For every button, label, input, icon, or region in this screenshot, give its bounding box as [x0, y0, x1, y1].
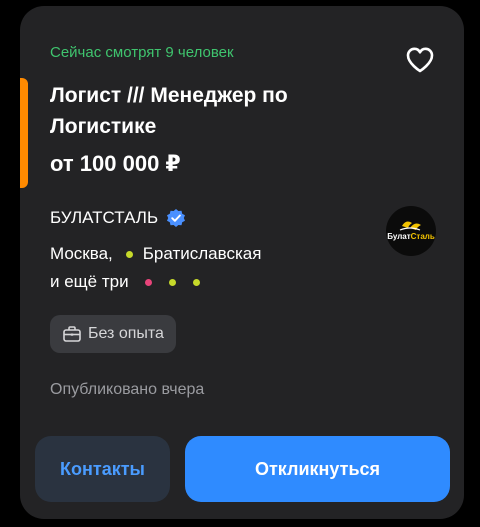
- verified-icon: [167, 209, 186, 227]
- apply-button[interactable]: Откликнуться: [185, 436, 450, 502]
- vacancy-card[interactable]: Сейчас смотрят 9 человек Логист /// Мене…: [20, 6, 464, 519]
- company-logo[interactable]: БулатСталь: [386, 206, 436, 256]
- heart-icon: [406, 47, 434, 73]
- company-row: БУЛАТСТАЛЬ: [50, 208, 186, 228]
- metro-line-dot: [168, 278, 176, 286]
- logo-text: БулатСталь: [387, 232, 435, 241]
- experience-badge: Без опыта: [50, 315, 176, 353]
- more-locations[interactable]: и ещё три: [50, 272, 200, 292]
- more-locations-text: и ещё три: [50, 272, 129, 291]
- metro-station: Братиславская: [142, 244, 262, 263]
- location-line: Москва, Братиславская: [50, 244, 261, 264]
- metro-line-dot: [125, 250, 133, 258]
- salary: от 100 000 ₽: [50, 151, 181, 176]
- accent-stripe: [20, 78, 28, 188]
- favorite-button[interactable]: [400, 40, 440, 80]
- logo-emblem: [399, 221, 421, 231]
- published-date: Опубликовано вчера: [50, 381, 205, 398]
- metro-line-dot: [144, 278, 152, 286]
- vacancy-title[interactable]: Логист /// Менеджер по Логистике: [50, 80, 380, 142]
- metro-line-dot: [192, 278, 200, 286]
- city: Москва,: [50, 244, 113, 263]
- contacts-button[interactable]: Контакты: [35, 436, 170, 502]
- viewers-count: Сейчас смотрят 9 человек: [50, 44, 234, 61]
- briefcase-icon: [63, 326, 81, 342]
- experience-label: Без опыта: [88, 325, 164, 342]
- company-name[interactable]: БУЛАТСТАЛЬ: [50, 208, 158, 228]
